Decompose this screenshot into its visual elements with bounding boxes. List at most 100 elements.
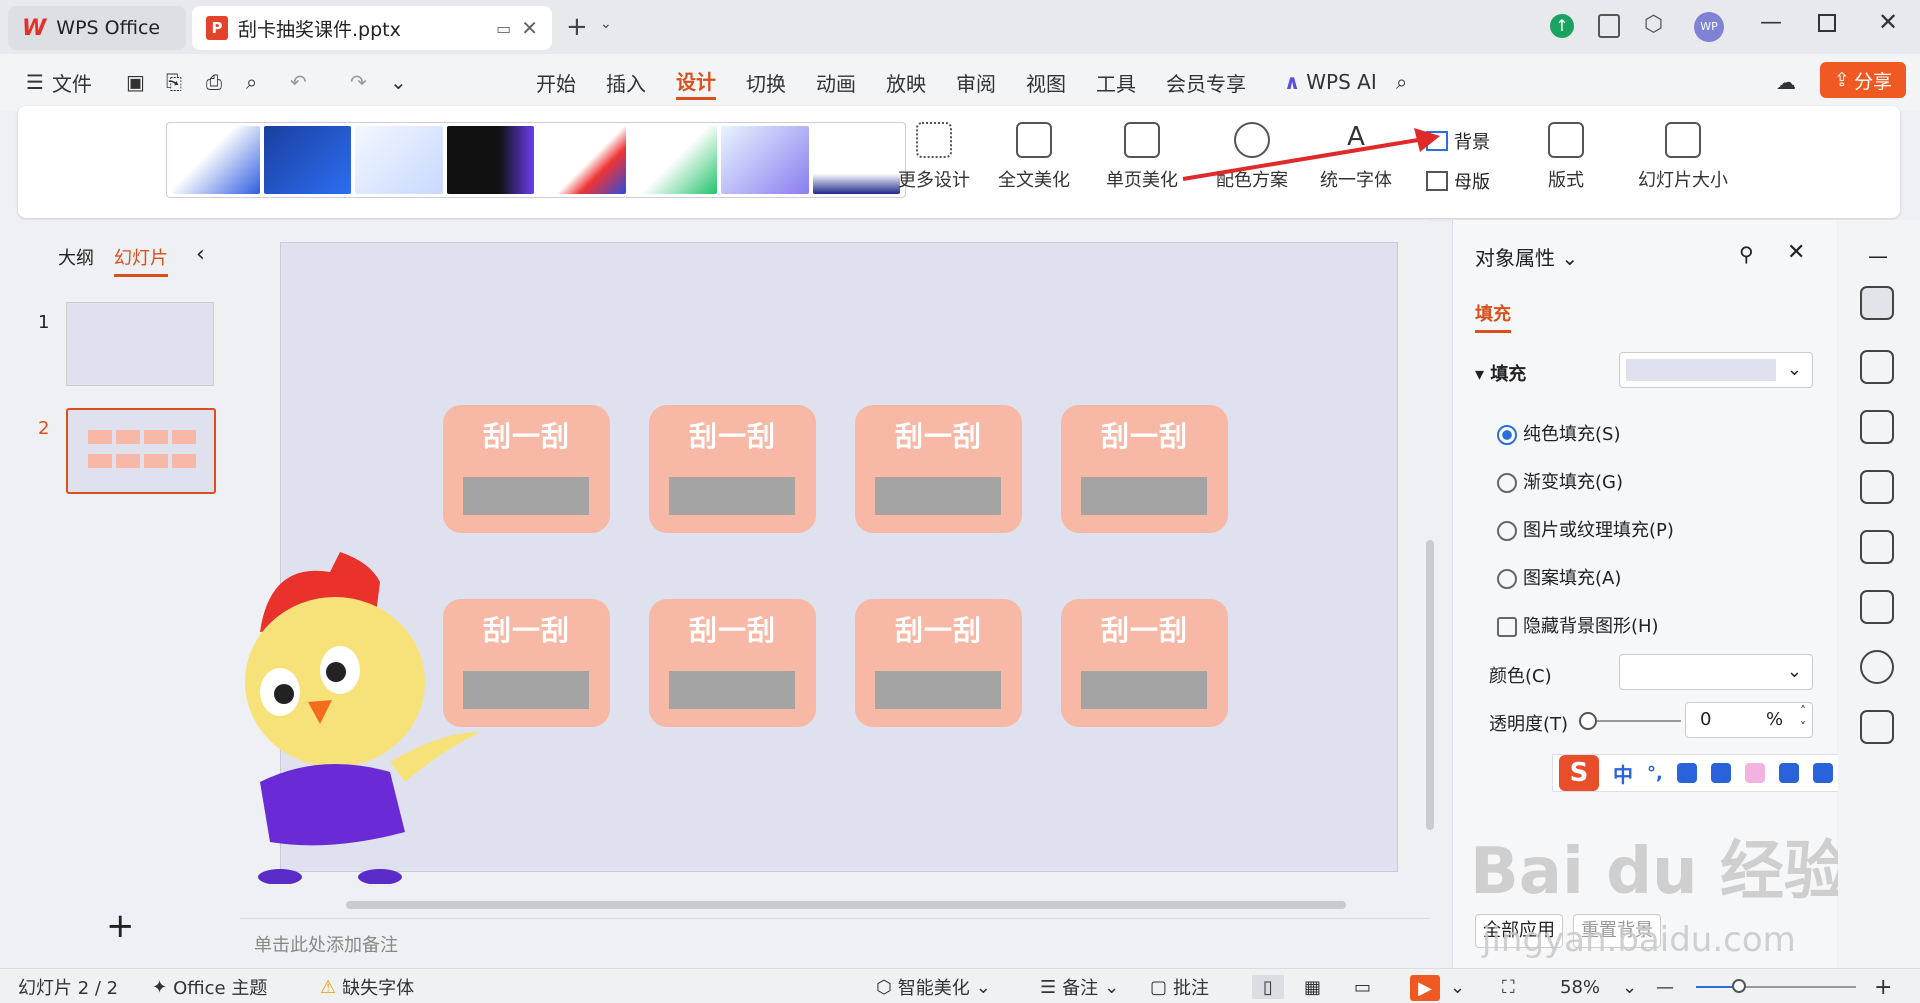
search-icon[interactable]: ⌕ <box>1396 64 1407 100</box>
radio-picture-fill[interactable]: 图片或纹理填充(P) <box>1497 516 1674 542</box>
radio-pattern-fill[interactable]: 图案填充(A) <box>1497 564 1621 590</box>
undo-icon[interactable]: ↶ <box>290 64 307 100</box>
menu-tab-review[interactable]: 审阅 <box>956 64 996 100</box>
zoom-handle[interactable] <box>1732 979 1746 993</box>
radio-gradient-fill[interactable]: 渐变填充(G) <box>1497 468 1623 494</box>
transparency-input[interactable]: 0 % ˄ ˅ <box>1685 702 1813 738</box>
sogou-logo-icon[interactable]: S <box>1559 755 1599 791</box>
slide-thumbnail-1[interactable] <box>66 302 214 386</box>
template-thumb[interactable] <box>263 126 351 194</box>
book-icon[interactable] <box>1860 590 1894 624</box>
tab-fill[interactable]: 填充 <box>1475 300 1511 333</box>
zoom-in-icon[interactable]: + <box>1874 975 1892 1000</box>
scratch-area[interactable] <box>669 671 795 709</box>
pin-icon[interactable]: ⚲ <box>1739 242 1754 266</box>
full-beautify-button[interactable]: 全文美化 <box>998 122 1070 192</box>
outline-tab[interactable]: 大纲 <box>58 244 94 270</box>
design-template-gallery[interactable] <box>166 122 906 198</box>
collapse-panel-icon[interactable]: ‹ <box>196 242 205 267</box>
notes-button[interactable]: ☰ 备注 ⌄ <box>1040 975 1119 1000</box>
reading-view-icon[interactable]: ▭ <box>1354 975 1371 999</box>
save-icon[interactable]: ▣ <box>126 64 145 100</box>
collapse-icon[interactable]: — <box>1868 244 1888 268</box>
toolbox-icon[interactable] <box>1812 763 1833 783</box>
fill-color-dropdown[interactable]: ⌄ <box>1619 352 1813 388</box>
scratch-card[interactable]: 刮一刮 <box>649 405 816 533</box>
skin-icon[interactable] <box>1744 763 1765 783</box>
slider-handle[interactable] <box>1579 712 1597 730</box>
help-icon[interactable] <box>1860 650 1894 684</box>
template-thumb[interactable] <box>355 126 443 194</box>
layout-button[interactable]: 版式 <box>1548 122 1584 192</box>
scratch-card[interactable]: 刮一刮 <box>443 405 610 533</box>
minimize-icon[interactable]: — <box>1760 10 1782 35</box>
palette-side-icon[interactable] <box>1860 470 1894 504</box>
export-icon[interactable]: ⎘ <box>166 64 182 100</box>
scratch-card[interactable]: 刮一刮 <box>855 405 1022 533</box>
template-thumb[interactable] <box>446 126 534 194</box>
menu-tab-transition[interactable]: 切换 <box>746 64 786 100</box>
play-slideshow-icon[interactable]: ▶ <box>1410 975 1440 1001</box>
fill-section-header[interactable]: ▾ 填充 <box>1475 360 1526 386</box>
template-thumb[interactable] <box>172 126 260 194</box>
tab-document[interactable]: P 刮卡抽奖课件.pptx ▭ ✕ <box>192 6 552 50</box>
wps-ai-button[interactable]: ∧ WPS AI <box>1284 64 1377 100</box>
template-thumb[interactable] <box>538 126 626 194</box>
theme-button[interactable]: ✦ Office 主题 <box>152 975 267 1000</box>
zoom-out-icon[interactable]: — <box>1656 975 1674 999</box>
upload-icon[interactable]: ↑ <box>1550 14 1574 38</box>
avatar[interactable]: WP <box>1694 12 1724 42</box>
scratch-area[interactable] <box>875 671 1001 709</box>
scratch-card[interactable]: 刮一刮 <box>1061 405 1228 533</box>
comments-button[interactable]: ▢ 批注 <box>1150 975 1209 1000</box>
scratch-area[interactable] <box>875 477 1001 515</box>
properties-icon[interactable] <box>1860 286 1894 320</box>
ime-punct-toggle[interactable]: °, <box>1647 763 1663 784</box>
share-button[interactable]: ⇪ 分享 <box>1820 62 1906 98</box>
star-icon[interactable] <box>1860 350 1894 384</box>
close-panel-icon[interactable]: ✕ <box>1787 240 1805 265</box>
tab-wps-office[interactable]: W WPS Office <box>8 6 186 50</box>
close-window-icon[interactable]: ✕ <box>1878 8 1898 36</box>
color-dropdown[interactable]: ⌄ <box>1619 654 1813 690</box>
play-options-chevron-icon[interactable]: ⌄ <box>1450 975 1465 999</box>
transparency-slider[interactable] <box>1579 712 1681 730</box>
gamepad-icon[interactable] <box>1778 763 1799 783</box>
menu-tab-animation[interactable]: 动画 <box>816 64 856 100</box>
more-chevron-icon[interactable]: ⌄ <box>390 64 407 100</box>
magic-wand-icon[interactable] <box>1860 530 1894 564</box>
scratch-card[interactable]: 刮一刮 <box>855 599 1022 727</box>
radio-solid-fill[interactable]: 纯色填充(S) <box>1497 420 1620 446</box>
ime-lang-toggle[interactable]: 中 <box>1613 759 1633 788</box>
reader-icon[interactable] <box>1598 14 1620 38</box>
file-menu[interactable]: ☰ 文件 <box>26 64 92 100</box>
monitor-icon[interactable]: ▭ <box>496 19 511 38</box>
cloud-icon[interactable]: ☁ <box>1776 64 1796 100</box>
scratch-area[interactable] <box>1081 671 1207 709</box>
scratch-area[interactable] <box>669 477 795 515</box>
scratch-area[interactable] <box>463 671 589 709</box>
smart-beautify-button[interactable]: ⬡ 智能美化 ⌄ <box>876 975 991 1000</box>
fit-window-icon[interactable]: ⛶ <box>1502 975 1515 999</box>
notes-pane[interactable]: 单击此处添加备注 <box>240 918 1430 966</box>
scratch-area[interactable] <box>1081 477 1207 515</box>
menu-tab-start[interactable]: 开始 <box>536 64 576 100</box>
menu-tab-vip[interactable]: 会员专享 <box>1166 64 1246 100</box>
menu-tab-slideshow[interactable]: 放映 <box>886 64 926 100</box>
missing-font-button[interactable]: ⚠ 缺失字体 <box>320 975 414 1000</box>
zoom-slider[interactable] <box>1696 979 1856 993</box>
slide-size-button[interactable]: 幻灯片大小 <box>1638 122 1728 192</box>
restore-icon[interactable] <box>1818 14 1836 32</box>
redo-icon[interactable]: ↷ <box>350 64 367 100</box>
menu-tab-design[interactable]: 设计 <box>676 64 716 100</box>
slides-tab[interactable]: 幻灯片 <box>114 244 168 277</box>
more-design-button[interactable]: 更多设计 <box>898 122 970 192</box>
slide-thumbnail-2[interactable] <box>66 408 216 494</box>
menu-tab-insert[interactable]: 插入 <box>606 64 646 100</box>
horizontal-scrollbar[interactable] <box>256 900 1416 910</box>
keyboard-icon[interactable] <box>1710 763 1731 783</box>
vertical-scrollbar[interactable] <box>1424 226 1434 886</box>
stepper-arrows-icon[interactable]: ˄ ˅ <box>1800 703 1806 735</box>
slide-sorter-icon[interactable]: ▦ <box>1304 975 1321 999</box>
menu-tab-tools[interactable]: 工具 <box>1096 64 1136 100</box>
